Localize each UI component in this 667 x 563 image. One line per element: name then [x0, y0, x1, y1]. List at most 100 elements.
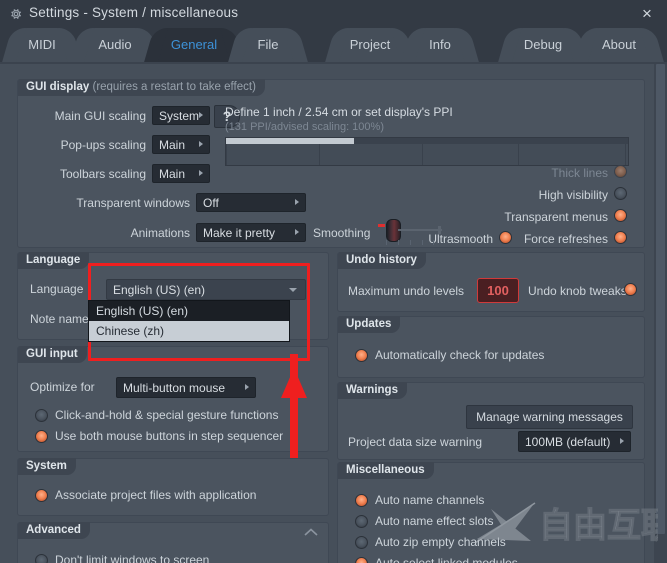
toggle-auto-name-channels[interactable] — [355, 494, 368, 507]
label-auto-name-channels: Auto name channels — [375, 493, 485, 507]
group-title-miscellaneous: Miscellaneous — [338, 462, 434, 479]
ppi-ruler-tick — [625, 144, 626, 165]
close-button[interactable]: × — [637, 4, 657, 24]
combo-language[interactable]: English (US) (en) — [106, 279, 306, 300]
chevron-right-icon — [199, 141, 203, 147]
label-animations: Animations — [130, 226, 190, 240]
label-main-gui-scaling: Main GUI scaling — [54, 109, 146, 123]
toggle-auto-name-effect-slots[interactable] — [355, 515, 368, 528]
tab-midi[interactable]: MIDI — [16, 28, 68, 62]
label-auto-select-linked-modules: Auto select linked modules — [375, 556, 518, 563]
toggle-auto-check-updates[interactable] — [355, 349, 368, 362]
label-high-visibility: High visibility — [538, 188, 608, 202]
tab-label: MIDI — [28, 37, 56, 52]
tab-info[interactable]: Info — [415, 28, 465, 62]
dropdown-option-english[interactable]: English (US) (en) — [89, 301, 289, 321]
combo-popups-scaling[interactable]: Main — [152, 135, 210, 154]
tab-label: Audio — [98, 37, 132, 52]
combo-animations[interactable]: Make it pretty — [196, 223, 306, 242]
label-auto-zip-empty-channels: Auto zip empty channels — [375, 535, 506, 549]
ppi-ruler-tick — [226, 144, 227, 165]
combo-value: Off — [203, 196, 219, 210]
group-title-gui-display: GUI display (requires a restart to take … — [18, 79, 265, 96]
group-title-gui-input: GUI input — [18, 346, 87, 363]
combo-value: English (US) (en) — [113, 283, 206, 297]
label-force-refreshes: Force refreshes — [523, 232, 608, 246]
label-ppi-advised: (131 PPI/advised scaling: 100%) — [225, 121, 384, 133]
chevron-right-icon — [245, 384, 249, 390]
tab-general[interactable]: General — [158, 28, 230, 62]
label-both-mouse-buttons: Use both mouse buttons in step sequencer — [55, 429, 284, 443]
chevron-up-icon[interactable] — [304, 528, 318, 536]
label-project-data-size-warning: Project data size warning — [348, 435, 483, 449]
group-title-language: Language — [18, 252, 90, 269]
chevron-right-icon — [620, 438, 624, 444]
label-optimize-for: Optimize for — [30, 380, 95, 394]
toggle-click-and-hold[interactable] — [35, 409, 48, 422]
toggle-auto-zip-empty-channels[interactable] — [355, 536, 368, 549]
toggle-dont-limit-windows[interactable] — [35, 554, 48, 563]
label-transparent-menus: Transparent menus — [504, 210, 608, 224]
chevron-right-icon — [199, 170, 203, 176]
toggle-thick-lines[interactable] — [614, 165, 627, 178]
vertical-scrollbar[interactable] — [654, 64, 667, 563]
ppi-ruler-tick — [422, 144, 423, 165]
toggle-both-mouse-buttons[interactable] — [35, 430, 48, 443]
tab-file[interactable]: File — [242, 28, 294, 62]
toggle-force-refreshes[interactable] — [614, 231, 627, 244]
group-gui-input: GUI input Optimize for Multi-button mous… — [17, 346, 329, 452]
label-smoothing: Smoothing — [313, 226, 371, 240]
combo-optimize-for[interactable]: Multi-button mouse — [116, 377, 256, 398]
label-associate-project-files: Associate project files with application — [55, 488, 257, 502]
group-gui-display: GUI display (requires a restart to take … — [17, 79, 645, 248]
group-title-updates: Updates — [338, 316, 401, 333]
knob-indicator — [378, 224, 385, 227]
tab-label: Project — [349, 37, 391, 52]
toggle-associate-project-files[interactable] — [35, 489, 48, 502]
chevron-right-icon — [295, 199, 299, 205]
label-click-and-hold: Click-and-hold & special gesture functio… — [55, 408, 279, 422]
smoothing-knob[interactable] — [378, 218, 448, 246]
dropdown-option-chinese[interactable]: Chinese (zh) — [89, 321, 289, 341]
tab-label: File — [257, 37, 279, 52]
label-note-names: Note names — [30, 312, 95, 326]
toggle-undo-knob-tweaks[interactable] — [624, 283, 637, 296]
tab-about[interactable]: About — [588, 28, 650, 62]
tab-project[interactable]: Project — [339, 28, 401, 62]
combo-value: Main — [159, 167, 186, 181]
toggle-high-visibility[interactable] — [614, 187, 627, 200]
manage-warning-messages-button[interactable]: Manage warning messages — [466, 405, 633, 429]
settings-content: GUI display (requires a restart to take … — [0, 64, 667, 563]
label-popups-scaling: Pop-ups scaling — [60, 138, 146, 152]
label-auto-name-effect-slots: Auto name effect slots — [375, 514, 494, 528]
language-dropdown-list[interactable]: English (US) (en) Chinese (zh) — [88, 300, 290, 342]
chevron-down-icon — [289, 288, 297, 292]
tab-label: General — [170, 37, 218, 52]
gear-icon — [11, 9, 22, 19]
field-max-undo-levels[interactable]: 100 — [477, 278, 519, 303]
group-title-advanced: Advanced — [18, 522, 90, 539]
scrollbar-thumb[interactable] — [656, 64, 665, 534]
group-title-text: GUI display — [26, 81, 90, 93]
tab-label: About — [602, 37, 636, 52]
combo-value: System — [159, 109, 200, 123]
toggle-auto-select-linked-modules[interactable] — [355, 557, 368, 563]
combo-value: Multi-button mouse — [123, 381, 226, 395]
group-title-subtext: (requires a restart to take effect) — [92, 81, 256, 93]
label-thick-lines: Thick lines — [551, 166, 608, 180]
combo-project-data-size[interactable]: 100MB (default) — [518, 431, 631, 452]
tab-label: Info — [429, 37, 451, 52]
combo-toolbars-scaling[interactable]: Main — [152, 164, 210, 183]
combo-value: Make it pretty — [203, 226, 276, 240]
tab-audio[interactable]: Audio — [84, 28, 146, 62]
tab-debug[interactable]: Debug — [512, 28, 574, 62]
ppi-ruler[interactable] — [225, 137, 629, 166]
label-auto-check-updates: Automatically check for updates — [375, 348, 545, 362]
label-transparent-windows: Transparent windows — [76, 196, 190, 210]
toggle-transparent-menus[interactable] — [614, 209, 627, 222]
label-ppi-define: Define 1 inch / 2.54 cm or set display's… — [225, 105, 453, 119]
ppi-ruler-tick — [518, 144, 519, 165]
combo-transparent-windows[interactable]: Off — [196, 193, 306, 212]
chevron-right-icon — [199, 112, 203, 118]
combo-main-gui-scaling[interactable]: System — [152, 106, 210, 125]
